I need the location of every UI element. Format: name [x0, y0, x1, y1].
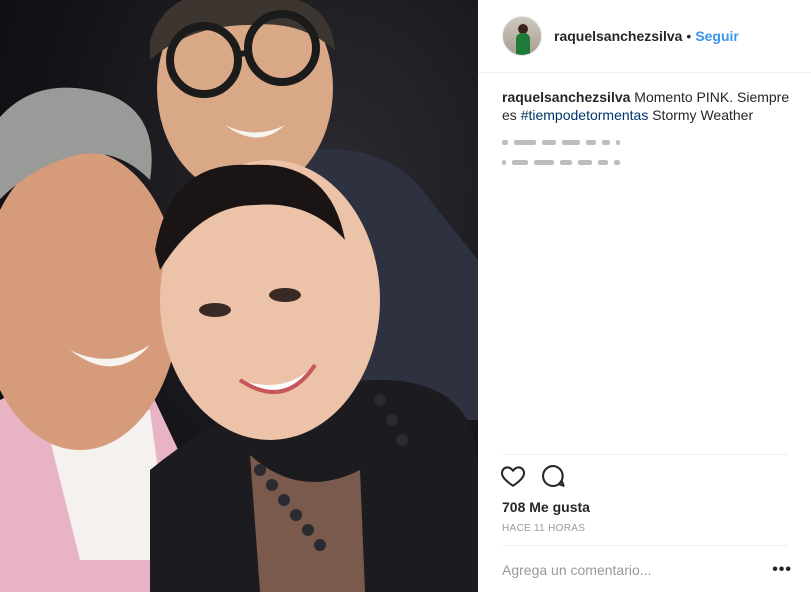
speech-bubble-icon[interactable]	[540, 463, 566, 489]
likes-count[interactable]: 708 Me gusta	[502, 499, 590, 515]
comment-box: •••	[502, 552, 792, 588]
caption-hashtag[interactable]: #tiempodetormentas	[521, 107, 649, 123]
comment-input[interactable]	[502, 562, 742, 578]
heart-outline-icon[interactable]	[500, 463, 526, 489]
follow-button[interactable]: Seguir	[695, 28, 739, 44]
blurred-text-line	[502, 136, 792, 148]
caption-text-after: Stormy Weather	[648, 107, 754, 123]
action-bar	[500, 463, 566, 489]
caption-username[interactable]: raquelsanchezsilva	[502, 89, 630, 105]
username-link[interactable]: raquelsanchezsilva	[554, 28, 682, 44]
post-photo[interactable]	[0, 0, 478, 592]
post-side-panel: raquelsanchezsilva • Seguir raquelsanche…	[478, 0, 811, 592]
blurred-text-line	[502, 156, 792, 168]
post-timestamp: HACE 11 HORAS	[502, 523, 586, 534]
header-divider	[478, 72, 811, 73]
post-header: raquelsanchezsilva • Seguir	[478, 0, 811, 72]
caption-text: raquelsanchezsilva Momento PINK. Siempre…	[502, 88, 792, 124]
selfie-image	[0, 0, 478, 592]
caption: raquelsanchezsilva Momento PINK. Siempre…	[502, 88, 792, 168]
avatar[interactable]	[502, 16, 542, 56]
ellipsis-icon[interactable]: •••	[772, 561, 792, 579]
actions-divider	[502, 454, 788, 455]
separator-dot: •	[686, 28, 692, 44]
avatar-body-shape	[516, 33, 530, 55]
comment-divider	[502, 545, 788, 546]
